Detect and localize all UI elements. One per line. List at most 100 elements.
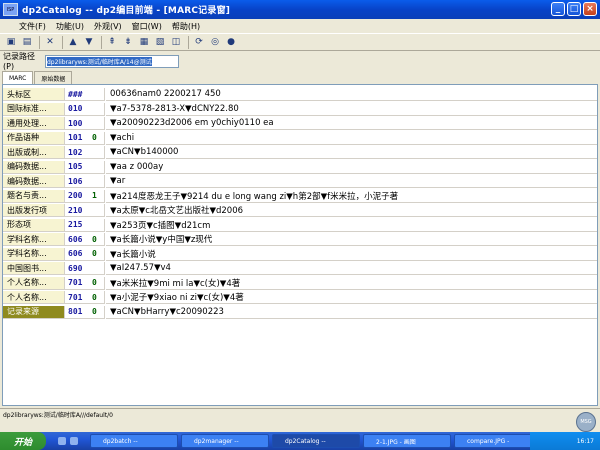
field-value[interactable]: ▼a214度恶龙王子▼9214 du e long wang zi▼h第2部▼f… (106, 190, 597, 203)
last-icon[interactable]: ⇟ (121, 35, 135, 49)
field-tag[interactable]: 801 (65, 306, 91, 319)
field-tag[interactable]: 690 (65, 262, 91, 275)
field-tag[interactable]: 102 (65, 146, 91, 159)
field-tag[interactable]: 606 (65, 248, 91, 261)
desktop-icon[interactable] (70, 437, 78, 445)
field-indicator[interactable] (91, 102, 105, 116)
delete-icon[interactable]: ✕ (43, 35, 57, 49)
field-tag[interactable]: 010 (65, 103, 91, 116)
field-value[interactable]: ▼a米米拉▼9mi mi la▼c(女)▼4著 (106, 277, 597, 290)
start-button[interactable]: 开始 (0, 432, 46, 450)
tab-marc[interactable]: MARC (2, 71, 34, 84)
maximize-button[interactable]: □ (567, 2, 581, 16)
minimize-button[interactable]: _ (551, 2, 565, 16)
field-indicator[interactable] (91, 218, 105, 232)
field-name: 记录来源 (3, 305, 65, 319)
marc-editor[interactable]: 头标区 ### 00636nam0 2200217 450 国际标准... 010 ▼a7… (2, 84, 598, 406)
field-value[interactable]: ▼ar (106, 175, 597, 188)
field-value[interactable]: ▼a长篇小说▼y中国▼z现代 (106, 233, 597, 246)
taskbar-item-dp2manager[interactable]: dp2manager -- (181, 434, 269, 448)
msg-badge-icon[interactable]: MSG (576, 412, 596, 432)
record-path-input[interactable]: dp2libraryws:测试/临时库A/14@测试 (45, 54, 179, 68)
field-value[interactable]: 00636nam0 2200217 450 (106, 88, 597, 101)
menu-view[interactable]: 外观(V) (89, 21, 127, 32)
field-value[interactable]: ▼a7-5378-2813-X▼dCNY22.80 (106, 103, 597, 116)
field-indicator[interactable]: 1 (91, 189, 105, 203)
marc-field-row[interactable]: 中国图书... 690 ▼aI247.57▼v4 (3, 262, 597, 276)
field-tag[interactable]: ### (65, 88, 91, 101)
menu-file[interactable]: 文件(F) (14, 21, 51, 32)
field-value[interactable]: ▼aa z 000ay (106, 161, 597, 174)
field-value[interactable]: ▼a太原▼c北岳文艺出版社▼d2006 (106, 204, 597, 217)
marc-field-row[interactable]: 记录来源 801 0 ▼aCN▼bHarry▼c20090223 (3, 305, 597, 320)
marc-field-row[interactable]: 学科名称... 606 0 ▼a长篇小说▼y中国▼z现代 (3, 233, 597, 247)
field-value[interactable]: ▼aI247.57▼v4 (106, 262, 597, 275)
load-template-icon[interactable]: ▧ (153, 35, 167, 49)
marc-field-row[interactable]: 出版发行项 210 ▼a太原▼c北岳文艺出版社▼d2006 (3, 204, 597, 218)
field-indicator[interactable] (91, 160, 105, 174)
marc-field-row[interactable]: 通用处理... 100 ▼a20090223d2006 em y0chiy0110 … (3, 117, 597, 131)
field-indicator[interactable]: 0 (91, 305, 105, 319)
field-indicator[interactable]: 0 (91, 291, 105, 304)
field-value[interactable]: ▼a小泥子▼9xiao ni zi▼c(女)▼4著 (106, 291, 597, 304)
print-icon[interactable]: ▦ (137, 35, 151, 49)
field-indicator[interactable] (91, 175, 105, 188)
marc-field-row[interactable]: 个人名称... 701 0 ▼a小泥子▼9xiao ni zi▼c(女)▼4著 (3, 291, 597, 305)
field-value[interactable]: ▼achi (106, 132, 597, 145)
menu-help[interactable]: 帮助(H) (167, 21, 205, 32)
marc-field-row[interactable]: 出版或制... 102 ▼aCN▼b140000 (3, 146, 597, 160)
marc-field-row[interactable]: 形态项 215 ▼a253页▼c插图▼d21cm (3, 218, 597, 233)
field-indicator[interactable] (91, 204, 105, 217)
marc-field-row[interactable]: 学科名称... 606 0 ▼a长篇小说 (3, 247, 597, 262)
ie-icon[interactable] (58, 437, 66, 445)
field-value[interactable]: ▼a20090223d2006 em y0chiy0110 ea (106, 117, 597, 130)
field-tag[interactable]: 200 (65, 190, 91, 203)
field-tag[interactable]: 101 (65, 132, 91, 145)
field-indicator[interactable]: 0 (91, 233, 105, 246)
marc-field-row[interactable]: 个人名称... 701 0 ▼a米米拉▼9mi mi la▼c(女)▼4著 (3, 276, 597, 291)
taskbar-item-compare[interactable]: compare.JPG - (454, 434, 534, 448)
taskbar-item-dp2catalog[interactable]: dp2Catalog -- (272, 434, 360, 448)
field-value[interactable]: ▼a253页▼c插图▼d21cm (106, 219, 597, 232)
field-indicator[interactable]: 0 (91, 247, 105, 261)
marc-field-row[interactable]: 编码数据... 106 ▼ar (3, 175, 597, 189)
save-icon[interactable]: ▣ (4, 35, 18, 49)
field-tag[interactable]: 100 (65, 117, 91, 130)
tab-raw-data[interactable]: 原始数据 (34, 71, 73, 84)
stop-icon[interactable]: ● (224, 35, 238, 49)
field-indicator[interactable] (91, 146, 105, 159)
window-titlebar[interactable]: ISP dp2Catalog -- dp2编目前端 - [MARC记录窗] _ … (0, 0, 600, 19)
field-indicator[interactable]: 0 (91, 276, 105, 290)
next-icon[interactable]: ▼ (82, 35, 96, 49)
refresh-icon[interactable]: ⟳ (192, 35, 206, 49)
menu-function[interactable]: 功能(U) (51, 21, 89, 32)
prev-icon[interactable]: ▲ (66, 35, 80, 49)
field-indicator[interactable] (91, 88, 105, 101)
marc-field-row[interactable]: 头标区 ### 00636nam0 2200217 450 (3, 88, 597, 102)
first-icon[interactable]: ⇞ (105, 35, 119, 49)
field-tag[interactable]: 106 (65, 175, 91, 188)
taskbar-item-paint[interactable]: 2-1.JPG - 画图 (363, 434, 451, 448)
field-indicator[interactable] (91, 117, 105, 130)
save-as-icon[interactable]: ▤ (20, 35, 34, 49)
close-button[interactable]: × (583, 2, 597, 16)
field-indicator[interactable] (91, 262, 105, 275)
field-tag[interactable]: 210 (65, 204, 91, 217)
load-icon[interactable]: ◫ (169, 35, 183, 49)
marc-field-row[interactable]: 国际标准... 010 ▼a7-5378-2813-X▼dCNY22.80 (3, 102, 597, 117)
field-value[interactable]: ▼aCN▼bHarry▼c20090223 (106, 306, 597, 319)
menu-window[interactable]: 窗口(W) (127, 21, 167, 32)
taskbar-item-dp2batch[interactable]: dp2batch -- (90, 434, 178, 448)
search-icon[interactable]: ◎ (208, 35, 222, 49)
field-value[interactable]: ▼a长篇小说 (106, 248, 597, 261)
field-tag[interactable]: 105 (65, 161, 91, 174)
marc-field-row[interactable]: 编码数据... 105 ▼aa z 000ay (3, 160, 597, 175)
marc-field-row[interactable]: 作品语种 101 0 ▼achi (3, 131, 597, 146)
field-indicator[interactable]: 0 (91, 131, 105, 145)
field-tag[interactable]: 606 (65, 233, 91, 246)
field-value[interactable]: ▼aCN▼b140000 (106, 146, 597, 159)
field-tag[interactable]: 701 (65, 291, 91, 304)
marc-field-row[interactable]: 题名与责... 200 1 ▼a214度恶龙王子▼9214 du e long wan… (3, 189, 597, 204)
field-tag[interactable]: 701 (65, 277, 91, 290)
field-tag[interactable]: 215 (65, 219, 91, 232)
